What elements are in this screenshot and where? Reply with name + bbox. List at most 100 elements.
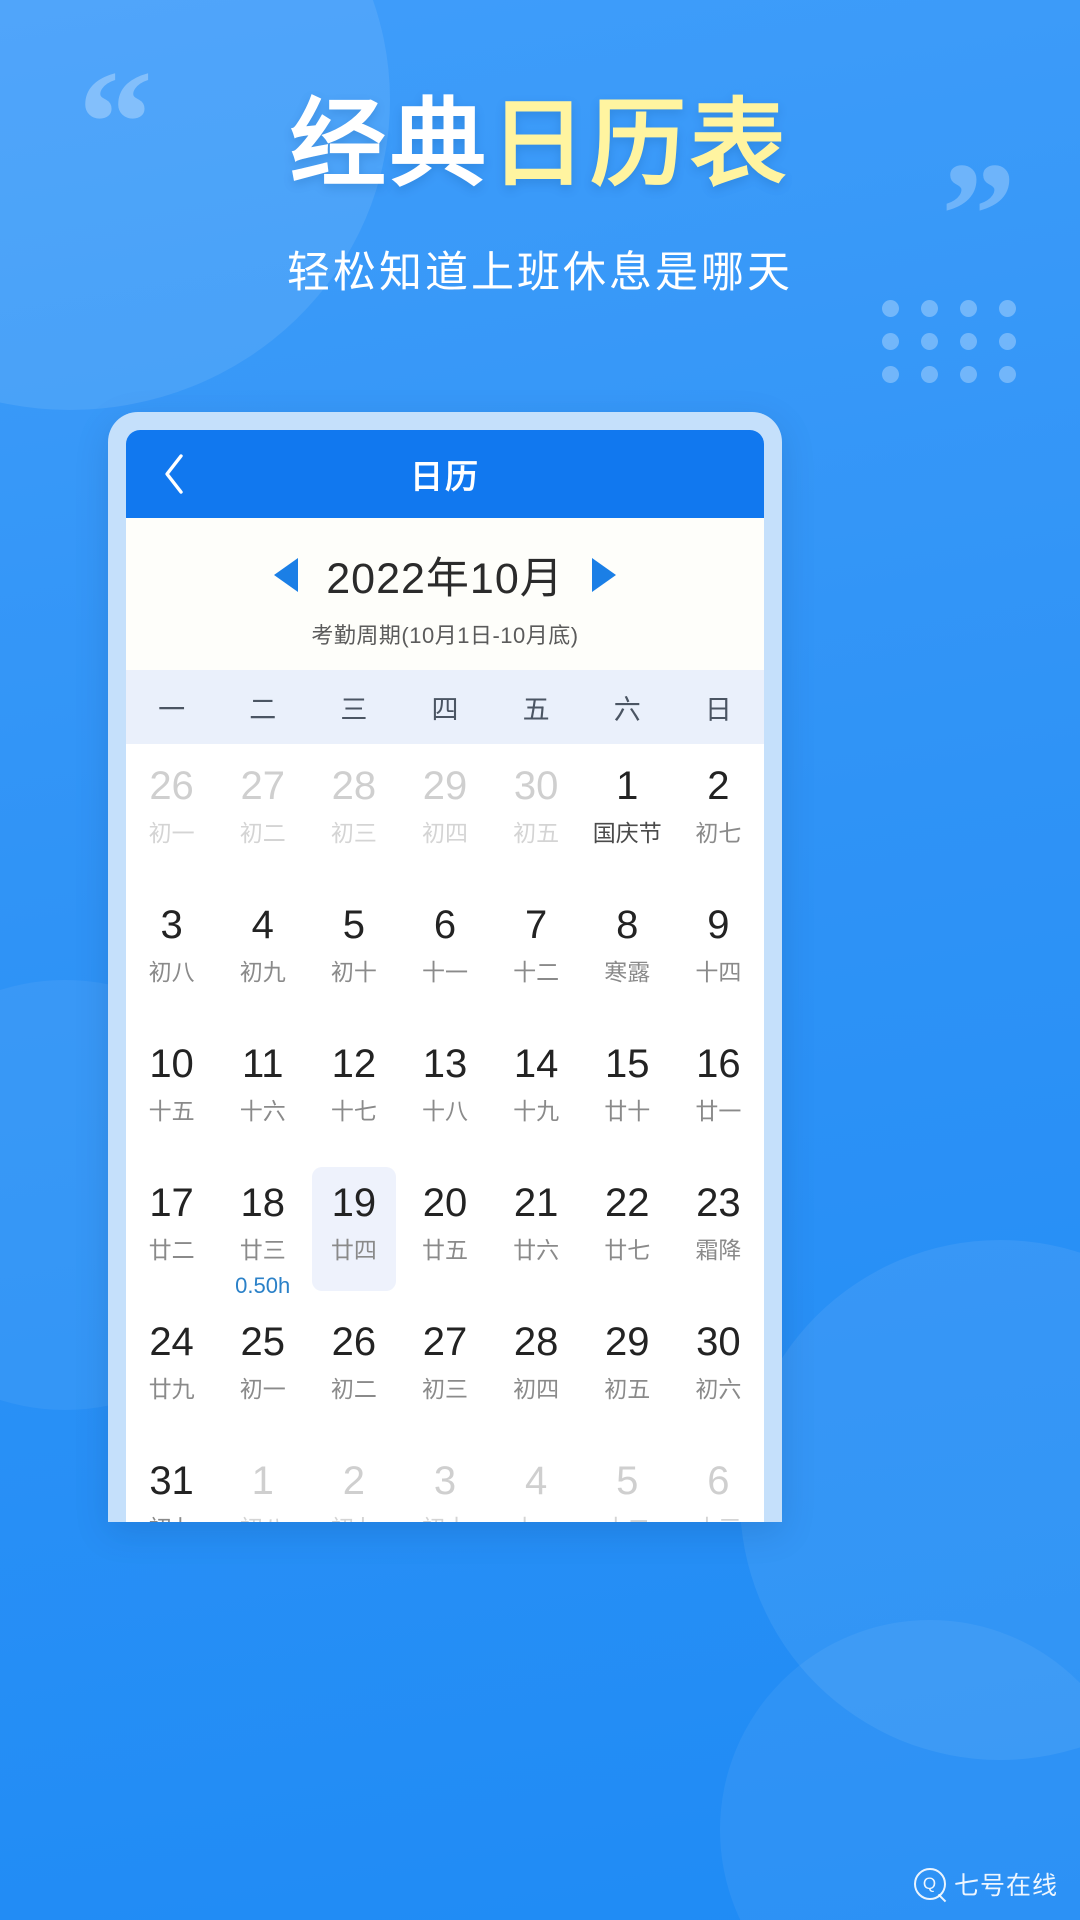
weekday-fri: 五 (522, 694, 550, 725)
day-number: 23 (696, 1181, 741, 1225)
calendar-day-cell[interactable]: 1 初八 (217, 1439, 308, 1522)
calendar-day-cell[interactable]: 12 十七 (308, 1022, 399, 1161)
triangle-right-icon[interactable] (591, 558, 616, 592)
day-lunar-label: 廿七 (604, 1237, 651, 1263)
calendar-day-cell[interactable]: 10 十五 (126, 1022, 217, 1161)
app-bar-title: 日历 (410, 458, 480, 495)
day-hours-badge: 0.50h (235, 1273, 291, 1298)
day-lunar-label: 十四 (695, 959, 742, 985)
day-number: 15 (605, 1042, 650, 1086)
calendar-day-grid: 26 初一 27 初二 28 初三 29 初四 30 初五 1 国庆节 2 初七 3 初八 4 初九 5 初十 6 十一 7… (126, 744, 764, 1522)
month-navigator: 2022年10月 考勤周期(10月1日-10月底) (126, 518, 764, 670)
day-number: 27 (240, 764, 285, 808)
watermark: Q 七号在线 (913, 1866, 1058, 1902)
day-number: 29 (422, 764, 468, 808)
day-number: 5 (616, 1459, 639, 1503)
day-lunar-label: 廿十 (604, 1098, 651, 1124)
calendar-day-cell[interactable]: 20 廿五 (399, 1161, 490, 1300)
day-lunar-label: 十三 (695, 1517, 741, 1523)
triangle-left-icon[interactable] (274, 558, 299, 592)
headline-white-part: 经典 (290, 91, 490, 198)
day-number: 11 (241, 1042, 284, 1086)
calendar-day-cell[interactable]: 2 初九 (308, 1439, 399, 1522)
day-number: 3 (433, 1459, 457, 1503)
day-lunar-label: 十七 (330, 1098, 377, 1124)
calendar-day-cell[interactable]: 5 十二 (582, 1439, 673, 1522)
calendar-day-cell[interactable]: 16 廿一 (673, 1022, 764, 1161)
day-lunar-label: 初九 (239, 959, 286, 985)
day-number: 30 (696, 1320, 741, 1364)
calendar-day-cell[interactable]: 9 十四 (673, 883, 764, 1022)
calendar-day-cell[interactable]: 21 廿六 (491, 1161, 582, 1300)
month-label[interactable]: 2022年10月 (326, 544, 564, 606)
calendar-day-cell[interactable]: 30 初五 (491, 744, 582, 883)
day-number: 9 (707, 903, 730, 947)
calendar-day-cell[interactable]: 6 十一 (399, 883, 490, 1022)
calendar-day-cell[interactable]: 17 廿二 (126, 1161, 217, 1300)
day-number: 17 (149, 1181, 194, 1225)
day-lunar-label: 十一 (421, 959, 468, 985)
day-number: 28 (513, 1320, 559, 1364)
day-lunar-label: 初四 (513, 1376, 560, 1402)
day-number: 31 (149, 1459, 194, 1503)
calendar-day-cell[interactable]: 11 十六 (217, 1022, 308, 1161)
weekday-sun: 日 (704, 694, 732, 725)
day-lunar-label: 初八 (240, 1517, 286, 1523)
day-number: 25 (240, 1320, 285, 1364)
weekday-sat: 六 (613, 694, 641, 725)
calendar-day-cell[interactable]: 27 初二 (217, 744, 308, 883)
watermark-label: 七号在线 (953, 1872, 1058, 1900)
calendar-day-cell[interactable]: 30 初六 (673, 1300, 764, 1439)
promo-headline: 经典日历表 (0, 92, 1080, 198)
day-number: 6 (433, 903, 457, 947)
calendar-day-cell[interactable]: 7 十二 (491, 883, 582, 1022)
back-button[interactable] (152, 452, 196, 496)
phone-mockup: 日历 2022年10月 考勤周期(10月1日-10月底) 一 二 三 四 五 六… (108, 412, 782, 1522)
day-number: 27 (422, 1320, 468, 1364)
calendar-day-cell[interactable]: 3 初八 (126, 883, 217, 1022)
calendar-day-cell[interactable]: 26 初一 (126, 744, 217, 883)
calendar-day-cell[interactable]: 3 初十 (399, 1439, 490, 1522)
calendar-day-cell[interactable]: 18 廿三 0.50h (217, 1161, 308, 1300)
calendar-day-cell[interactable]: 15 廿十 (582, 1022, 673, 1161)
day-lunar-label: 十八 (421, 1098, 468, 1124)
calendar-day-cell[interactable]: 2 初七 (673, 744, 764, 883)
calendar-day-cell[interactable]: 24 廿九 (126, 1300, 217, 1439)
search-badge-icon: Q (913, 1868, 946, 1900)
calendar-day-cell[interactable]: 23 霜降 (673, 1161, 764, 1300)
weekday-mon: 一 (158, 694, 186, 725)
calendar-day-cell[interactable]: 13 十八 (399, 1022, 490, 1161)
promo-subtitle: 轻松知道上班休息是哪天 (287, 249, 793, 297)
calendar-day-cell[interactable]: 19 廿四 (308, 1161, 399, 1300)
day-lunar-label: 初七 (695, 820, 742, 846)
day-number: 2 (342, 1459, 365, 1503)
day-number: 14 (513, 1042, 559, 1086)
day-number: 10 (149, 1042, 194, 1086)
day-lunar-label: 十二 (513, 959, 560, 985)
day-number: 29 (605, 1320, 650, 1364)
day-lunar-label: 廿四 (330, 1237, 377, 1263)
day-number: 1 (616, 764, 639, 808)
calendar-day-cell[interactable]: 4 初九 (217, 883, 308, 1022)
calendar-day-cell[interactable]: 29 初四 (399, 744, 490, 883)
day-number: 24 (149, 1320, 194, 1364)
calendar-day-cell[interactable]: 6 十三 (673, 1439, 764, 1522)
calendar-day-cell[interactable]: 25 初一 (217, 1300, 308, 1439)
calendar-day-cell[interactable]: 5 初十 (308, 883, 399, 1022)
calendar-day-cell[interactable]: 29 初五 (582, 1300, 673, 1439)
calendar-day-cell[interactable]: 27 初三 (399, 1300, 490, 1439)
calendar-day-cell[interactable]: 4 十一 (491, 1439, 582, 1522)
calendar-day-cell[interactable]: 1 国庆节 (582, 744, 673, 883)
day-lunar-label: 初一 (148, 820, 195, 846)
calendar-day-cell[interactable]: 22 廿七 (582, 1161, 673, 1300)
calendar-day-cell[interactable]: 8 寒露 (582, 883, 673, 1022)
calendar-day-cell[interactable]: 28 初四 (491, 1300, 582, 1439)
calendar-day-cell[interactable]: 26 初二 (308, 1300, 399, 1439)
calendar-day-cell[interactable]: 31 初七 (126, 1439, 217, 1522)
attendance-period-label: 考勤周期(10月1日-10月底) (311, 623, 579, 648)
calendar-day-cell[interactable]: 14 十九 (491, 1022, 582, 1161)
day-lunar-label: 初一 (239, 1376, 286, 1402)
calendar-day-cell[interactable]: 28 初三 (308, 744, 399, 883)
app-bar: 日历 (126, 430, 764, 518)
day-number: 26 (149, 764, 194, 808)
